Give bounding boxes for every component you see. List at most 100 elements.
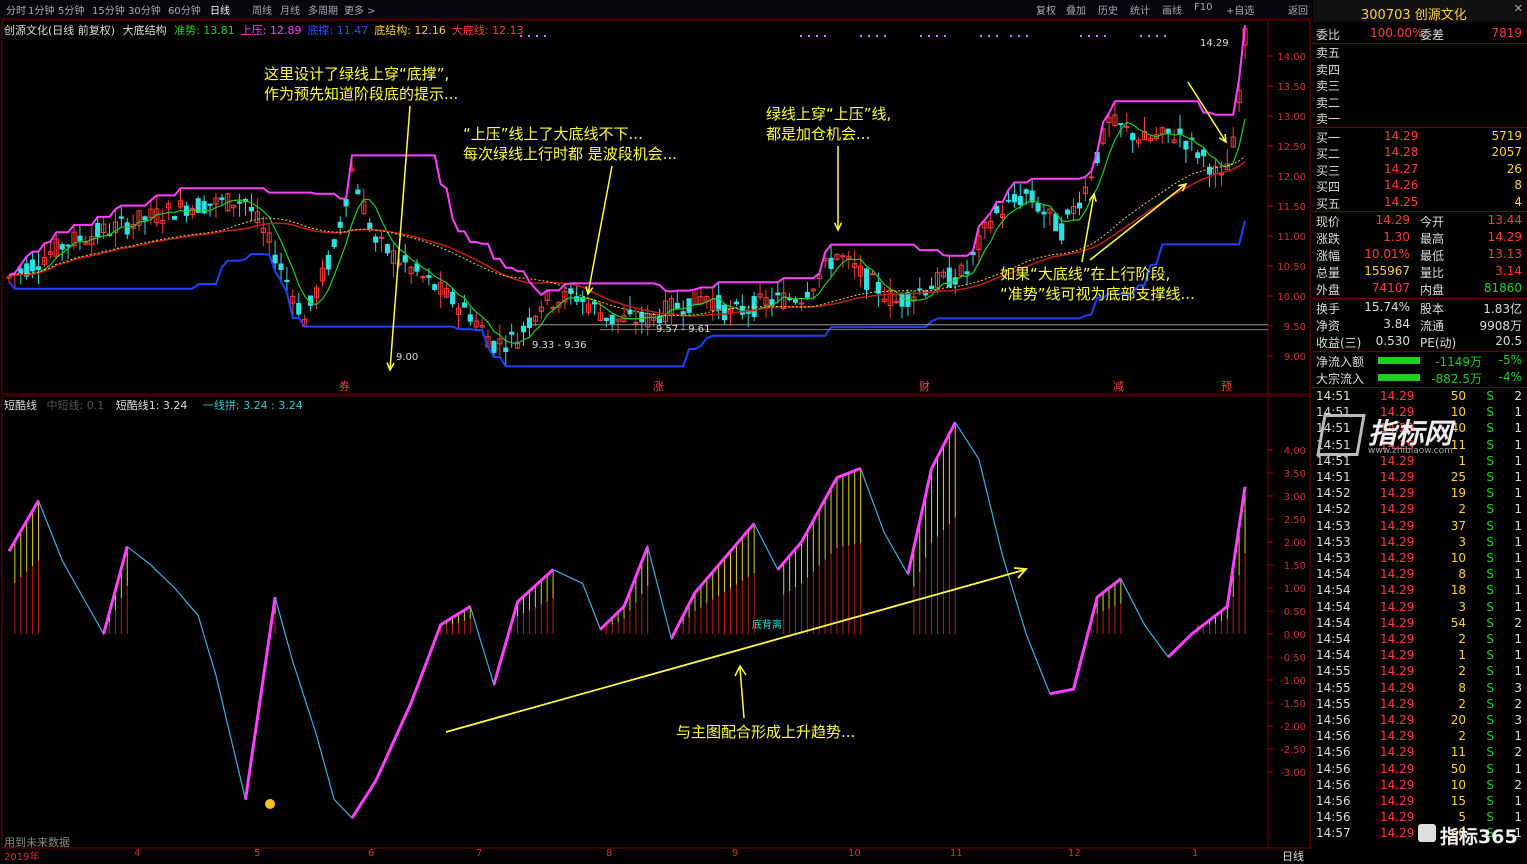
period-tab-4[interactable]: 30分钟 [128, 2, 161, 17]
quote-row-2: 涨幅 10.01% 最低 13.13 [1316, 247, 1522, 263]
period-tab-3[interactable]: 15分钟 [92, 2, 125, 17]
quote-row-4: 外盘 74107 内盘 81860 [1316, 281, 1522, 297]
candle-body [426, 275, 432, 278]
tick-side: S [1486, 615, 1494, 630]
tick-row: 14:54 14.29 3 S 1 [1316, 600, 1522, 616]
annotation-line: 每次绿线上行时都 是波段机会... [463, 145, 678, 163]
tick-vol: 3 [1458, 599, 1466, 614]
sell-row-0: 卖五 [1316, 44, 1522, 60]
close-icon[interactable]: ✕ [1514, 2, 1523, 15]
flow-bar [1378, 357, 1420, 364]
sidebar-header: 300703 创源文化 [1313, 0, 1527, 23]
toolbar-button-4[interactable]: 画线 [1162, 2, 1182, 17]
tick-row: 14:56 14.29 20 S 3 [1316, 713, 1522, 729]
candle-body [798, 302, 805, 305]
toolbar-button-3[interactable]: 统计 [1130, 2, 1150, 17]
tick-time: 14:55 [1316, 696, 1351, 711]
tick-vol: 19 [1450, 486, 1466, 501]
candle-body [520, 325, 527, 333]
stock-code-name: 300703 创源文化 [1361, 8, 1467, 23]
tick-price: 14.29 [1380, 583, 1415, 598]
period-tab-10[interactable]: 更多 > [344, 2, 376, 17]
signal-dot [876, 35, 878, 37]
flow-row-1: 大宗流入 -882.5万 -4% [1316, 370, 1522, 386]
candle-body [1201, 149, 1207, 157]
tick-count: 1 [1514, 437, 1522, 452]
sub-bottom-marker-icon [265, 799, 275, 809]
period-tab-0[interactable]: 分时 [6, 2, 26, 17]
tick-count: 1 [1514, 470, 1522, 484]
period-tab-8[interactable]: 月线 [280, 2, 300, 17]
toolbar-button-7[interactable]: 返回 [1288, 2, 1308, 17]
fund-label-2: 股本 [1420, 302, 1445, 316]
candle-body [237, 201, 243, 204]
tick-price: 14.29 [1380, 794, 1415, 808]
period-tab-6[interactable]: 日线 [210, 2, 230, 17]
buy-vol: 4 [1514, 194, 1522, 209]
fund-value-1: 0.530 [1375, 334, 1410, 348]
fund-label-1: 收益(三) [1316, 336, 1362, 350]
candle-body [509, 331, 515, 335]
tick-vol: 2 [1458, 502, 1466, 517]
quote-label-1: 涨幅 [1316, 249, 1341, 263]
tick-side: S [1486, 745, 1494, 760]
sub-tick-label: 3.00 [1284, 492, 1306, 503]
weibi-label: 委比 [1316, 28, 1341, 42]
quote-value-2: 14.29 [1487, 230, 1522, 244]
period-tab-2[interactable]: 5分钟 [58, 2, 84, 17]
period-tab-5[interactable]: 60分钟 [168, 2, 201, 17]
range-label-2: 9.57 - 9.61 [656, 324, 711, 335]
tick-vol: 2 [1458, 729, 1466, 744]
tick-count: 1 [1514, 405, 1522, 420]
sub-tick-label: -1.50 [1280, 699, 1306, 710]
date-label-3: 6 [368, 848, 375, 859]
sub-chart-title[interactable]: 短酷线 [4, 399, 37, 412]
tick-row: 14:52 14.29 2 S 1 [1316, 502, 1522, 518]
fund-label-1: 换手 [1316, 302, 1341, 316]
candle-body [1023, 189, 1029, 194]
tick-side: S [1486, 567, 1494, 582]
period-tab-7[interactable]: 周线 [252, 2, 272, 17]
period-tab-1[interactable]: 1分钟 [28, 2, 54, 17]
tick-price: 14.29 [1380, 664, 1415, 679]
tick-row: 14:55 14.29 2 S 2 [1316, 697, 1522, 713]
price-tick-label: 10.50 [1277, 262, 1306, 273]
tick-side: S [1486, 729, 1494, 744]
tick-side: S [1486, 777, 1494, 792]
period-tab-9[interactable]: 多周期 [308, 2, 338, 17]
candle-body [201, 201, 207, 214]
buy-price: 14.27 [1384, 161, 1419, 176]
toolbar-button-1[interactable]: 叠加 [1066, 2, 1086, 17]
tick-vol: 15 [1450, 794, 1466, 808]
separator [1313, 211, 1527, 212]
tick-vol: 54 [1450, 615, 1466, 630]
sub-chart: 4.00 3.50 3.00 2.50 2.00 1.50 1.00 0.50 0.00 -0.5… [7, 421, 1306, 819]
sub-tick-label: 0.00 [1284, 630, 1306, 641]
tick-time: 14:55 [1316, 680, 1351, 695]
tick-row: 14:54 14.29 8 S 1 [1316, 567, 1522, 583]
signal-dot [1010, 35, 1012, 37]
candle-body [491, 340, 497, 353]
tick-count: 1 [1514, 534, 1522, 549]
buy-price: 14.25 [1384, 194, 1419, 209]
candle-body [248, 206, 255, 212]
tick-row: 14:56 14.29 11 S 2 [1316, 745, 1522, 761]
tick-time: 14:56 [1316, 761, 1351, 776]
candle-body [674, 302, 680, 309]
arrow-shaft [389, 105, 411, 371]
toolbar-button-0[interactable]: 复权 [1036, 2, 1056, 17]
tick-side: S [1486, 664, 1494, 679]
tick-count: 1 [1514, 583, 1522, 598]
toolbar-button-5[interactable]: F10 [1194, 2, 1212, 13]
quote-value-2: 81860 [1483, 281, 1522, 295]
quote-value-1: 155967 [1364, 264, 1410, 278]
toolbar-button-6[interactable]: +自选 [1226, 2, 1254, 17]
tick-price: 14.29 [1380, 486, 1415, 501]
candle-body [1218, 173, 1224, 176]
buy-label: 买五 [1316, 196, 1341, 211]
candle-body [337, 221, 343, 228]
tick-price: 14.29 [1380, 713, 1415, 727]
tick-count: 2 [1514, 777, 1522, 792]
candle-body [1059, 223, 1065, 241]
toolbar-button-2[interactable]: 历史 [1098, 2, 1118, 17]
